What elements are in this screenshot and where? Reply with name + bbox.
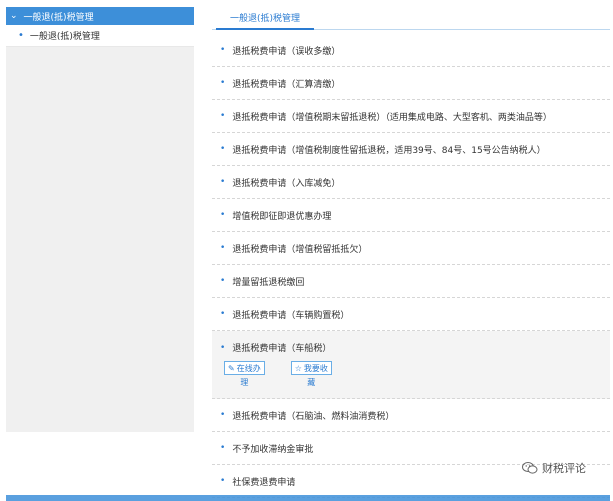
watermark: 财税评论 [522,460,586,476]
sidebar-header[interactable]: ⌄ 一般退(抵)税管理 [6,7,194,25]
list-item-label: 不予加收滞纳金审批 [232,444,314,455]
list-item[interactable]: • 退抵税费申请（汇算清缴） [212,67,610,100]
bullet-icon: • [220,410,226,420]
bottom-bar [6,495,610,501]
list-item[interactable]: • 退抵税费申请（增值税制度性留抵退税，适用39号、84号、15号公告纳税人） [212,133,610,166]
online-action: ✎ 在线办 理 [224,361,265,388]
list-item[interactable]: • 退抵税费申请（石脑油、燃料油消费税） [212,399,610,432]
watermark-text: 财税评论 [542,462,586,475]
bullet-icon: • [220,443,226,453]
list-item-label: 退抵税费申请（增值税制度性留抵退税，适用39号、84号、15号公告纳税人） [232,145,546,156]
list-item-label: 退抵税费申请（石脑油、燃料油消费税） [232,411,395,422]
list-item-label: 增值税即征即退优惠办理 [232,211,332,222]
list-item[interactable]: • 退抵税费申请（误收多缴） [212,34,610,67]
sidebar-item-label: 一般退(抵)税管理 [29,32,100,42]
list-item-label: 退抵税费申请（误收多缴） [232,46,341,57]
list-item[interactable]: • 增值税即征即退优惠办理 [212,199,610,232]
tab-bar: 一般退(抵)税管理 [212,7,610,30]
list-item[interactable]: • 退抵税费申请（增值税期末留抵退税）（适用集成电路、大型客机、两类油品等） [212,100,610,133]
collect-action: ☆ 我要收 藏 [290,361,332,388]
list-item-label: 退抵税费申请（增值税留抵抵欠） [232,244,368,255]
bullet-icon: • [220,144,226,154]
list-item[interactable]: • 退抵税费申请（入库减免） [212,166,610,199]
main-panel: 一般退(抵)税管理 • 退抵税费申请（误收多缴） • 退抵税费申请（汇算清缴） … [212,7,610,501]
bullet-icon: • [18,30,24,41]
collect-button[interactable]: ☆ 我要收 [290,361,332,375]
bullet-icon: • [220,177,226,187]
list-item-label: 退抵税费申请（车辆购置税） [232,310,350,321]
row-actions: ✎ 在线办 理 ☆ 我要收 藏 [220,361,332,388]
list-item-label: 退抵税费申请（汇算清缴） [232,79,341,90]
list-item-label: 增量留抵退税缴回 [232,277,305,288]
bullet-icon: • [220,45,226,55]
wechat-logo-icon [522,462,538,474]
list-item[interactable]: • 退抵税费申请（增值税留抵抵欠） [212,232,610,265]
bullet-icon: • [220,111,226,121]
service-list: • 退抵税费申请（误收多缴） • 退抵税费申请（汇算清缴） • 退抵税费申请（增… [212,34,610,498]
chevron-down-icon: ⌄ [10,11,18,21]
online-handle-button-tail: 理 [240,378,249,387]
list-item-label: 退抵税费申请（增值税期末留抵退税）（适用集成电路、大型客机、两类油品等） [232,112,552,123]
list-item[interactable]: • 增量留抵退税缴回 [212,265,610,298]
list-item-label: 退抵税费申请（入库减免） [232,178,341,189]
bullet-icon: • [220,342,226,353]
sidebar: ⌄ 一般退(抵)税管理 • 一般退(抵)税管理 [6,7,194,432]
bullet-icon: • [220,476,226,486]
sidebar-header-label: 一般退(抵)税管理 [23,12,94,23]
list-item-expanded[interactable]: • 退抵税费申请（车船税） ✎ 在线办 理 ☆ 我要收 藏 [212,331,610,399]
sidebar-item-general-refund[interactable]: • 一般退(抵)税管理 [6,25,194,47]
bullet-icon: • [220,309,226,319]
list-item-label: 退抵税费申请（车船税） [232,344,332,354]
collect-button-tail: 藏 [307,378,316,387]
bullet-icon: • [220,78,226,88]
tab-general-refund[interactable]: 一般退(抵)税管理 [216,7,315,30]
bullet-icon: • [220,276,226,286]
online-handle-button[interactable]: ✎ 在线办 [224,361,265,375]
bullet-icon: • [220,243,226,253]
bullet-icon: • [220,210,226,220]
pencil-icon: ✎ [228,363,235,373]
star-icon: ☆ [294,363,302,373]
list-item[interactable]: • 退抵税费申请（车辆购置税） [212,298,610,331]
list-item-label: 社保费退费申请 [232,477,296,488]
